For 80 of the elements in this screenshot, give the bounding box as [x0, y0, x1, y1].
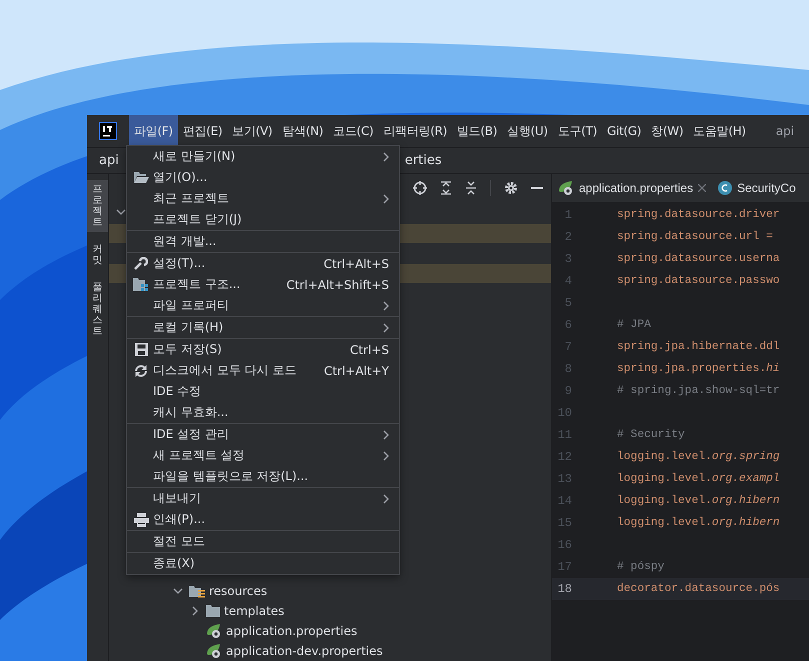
- menu-item[interactable]: IDE 수정: [127, 381, 399, 402]
- code-line: # póspy: [617, 561, 664, 573]
- menu-item[interactable]: 인쇄(P)...: [127, 509, 399, 530]
- menu-item[interactable]: 새 프로젝트 설정: [127, 445, 399, 466]
- folder-grid-icon: [133, 278, 149, 291]
- tree-item-label[interactable]: resources: [209, 584, 268, 598]
- menu-item[interactable]: 새로 만들기(N): [127, 146, 399, 167]
- leaf-gear-icon: [558, 181, 574, 195]
- menu-item[interactable]: 설정(T)... Ctrl+Alt+S: [127, 253, 399, 274]
- menu-bar-item[interactable]: 빌드(B): [452, 115, 502, 147]
- menu-bar-item[interactable]: 도구(T): [552, 115, 602, 147]
- menu-item[interactable]: 프로젝트 닫기(J): [127, 209, 399, 230]
- menu-item[interactable]: 최근 프로젝트: [127, 188, 399, 209]
- minimize-icon[interactable]: [531, 186, 543, 190]
- editor-tab[interactable]: SecurityCo: [712, 174, 802, 202]
- close-icon[interactable]: [698, 184, 706, 192]
- tool-window-tab[interactable]: 프로젝트: [87, 180, 108, 232]
- resource-folder-icon: [189, 584, 205, 598]
- menu-item[interactable]: 파일 프로퍼티: [127, 295, 399, 316]
- menu-bar-item[interactable]: 실행(U): [502, 115, 553, 147]
- menu-item[interactable]: 캐시 무효화...: [127, 402, 399, 423]
- wrench-icon: [134, 256, 148, 270]
- menu-item[interactable]: 로컬 기록(H): [127, 317, 399, 338]
- leaf-gear-icon: [206, 644, 222, 658]
- tree-item-label[interactable]: application.properties: [226, 624, 358, 638]
- code-line: spring.jpa.hibernate.ddl: [617, 341, 780, 353]
- app-logo-icon: [99, 122, 117, 140]
- code-line: decorator.datasource.pós: [617, 583, 780, 595]
- chevron-down-icon[interactable]: [116, 209, 126, 215]
- code-line: spring.datasource.url =: [617, 231, 773, 243]
- menu-item[interactable]: 종료(X): [127, 553, 399, 574]
- code-line: logging.level.org.hibern: [617, 517, 780, 529]
- chevron-down-icon[interactable]: [173, 586, 183, 596]
- menu-item[interactable]: 열기(O)...: [127, 167, 399, 188]
- tool-window-tab[interactable]: 커밋: [87, 240, 108, 270]
- menu-bar-item[interactable]: 편집(E): [178, 115, 228, 147]
- window-title: api: [776, 124, 794, 138]
- code-line: # spring.jpa.show-sql=tr: [617, 385, 780, 397]
- menu-item[interactable]: IDE 설정 관리: [127, 424, 399, 445]
- menu-bar-item[interactable]: 파일(F): [129, 115, 178, 147]
- locate-icon[interactable]: [413, 181, 427, 195]
- leaf-gear-icon: [206, 624, 222, 638]
- code-line: spring.datasource.passwo: [617, 275, 780, 287]
- menu-bar-item[interactable]: 창(W): [646, 115, 688, 147]
- menu-bar-item[interactable]: 보기(V): [227, 115, 278, 147]
- menu-item[interactable]: 절전 모드: [127, 531, 399, 552]
- folder-icon: [206, 605, 220, 617]
- menu-bar-item[interactable]: 탐색(N): [277, 115, 328, 147]
- menu-item[interactable]: 파일을 템플릿으로 저장(L)...: [127, 466, 399, 487]
- menu-item[interactable]: 모두 저장(S) Ctrl+S: [127, 339, 399, 360]
- folder-icon: [134, 172, 148, 183]
- code-line: spring.datasource.userna: [617, 253, 780, 265]
- menu-bar-item[interactable]: 리팩터링(R): [378, 115, 452, 147]
- tool-window-tab[interactable]: 풀 리퀘스트: [87, 278, 108, 341]
- menu-item[interactable]: 프로젝트 구조... Ctrl+Alt+Shift+S: [127, 274, 399, 295]
- line-number: 18: [556, 582, 572, 596]
- menu-item[interactable]: 원격 개발...: [127, 231, 399, 252]
- refresh-icon: [134, 364, 148, 378]
- class-icon: [718, 181, 732, 195]
- printer-icon: [134, 512, 148, 526]
- menu-item[interactable]: 내보내기: [127, 488, 399, 509]
- breadcrumb-item[interactable]: api: [87, 153, 119, 168]
- expand-all-icon[interactable]: [440, 181, 452, 195]
- code-line: # Security: [617, 429, 685, 441]
- editor-tab[interactable]: application.properties: [552, 174, 712, 202]
- code-line: spring.datasource.driver: [617, 209, 780, 221]
- code-line: logging.level.org.exampl: [617, 473, 780, 485]
- code-line: # JPA: [617, 319, 651, 331]
- code-line: logging.level.org.hibern: [617, 495, 780, 507]
- menu-bar-item[interactable]: 도움말(H): [688, 115, 751, 147]
- chevron-right-icon[interactable]: [190, 606, 200, 616]
- settings-icon[interactable]: [504, 181, 518, 195]
- code-line: spring.jpa.properties.hi: [617, 363, 780, 375]
- tree-item-label[interactable]: application-dev.properties: [226, 644, 383, 658]
- menu-bar-item[interactable]: Git(G): [602, 115, 646, 147]
- tree-item-label[interactable]: templates: [224, 604, 284, 618]
- code-line: logging.level.org.spring: [617, 451, 780, 463]
- menu-item[interactable]: 디스크에서 모두 다시 로드 Ctrl+Alt+Y: [127, 360, 399, 381]
- menu-bar-item[interactable]: 코드(C): [328, 115, 378, 147]
- collapse-all-icon[interactable]: [465, 181, 477, 195]
